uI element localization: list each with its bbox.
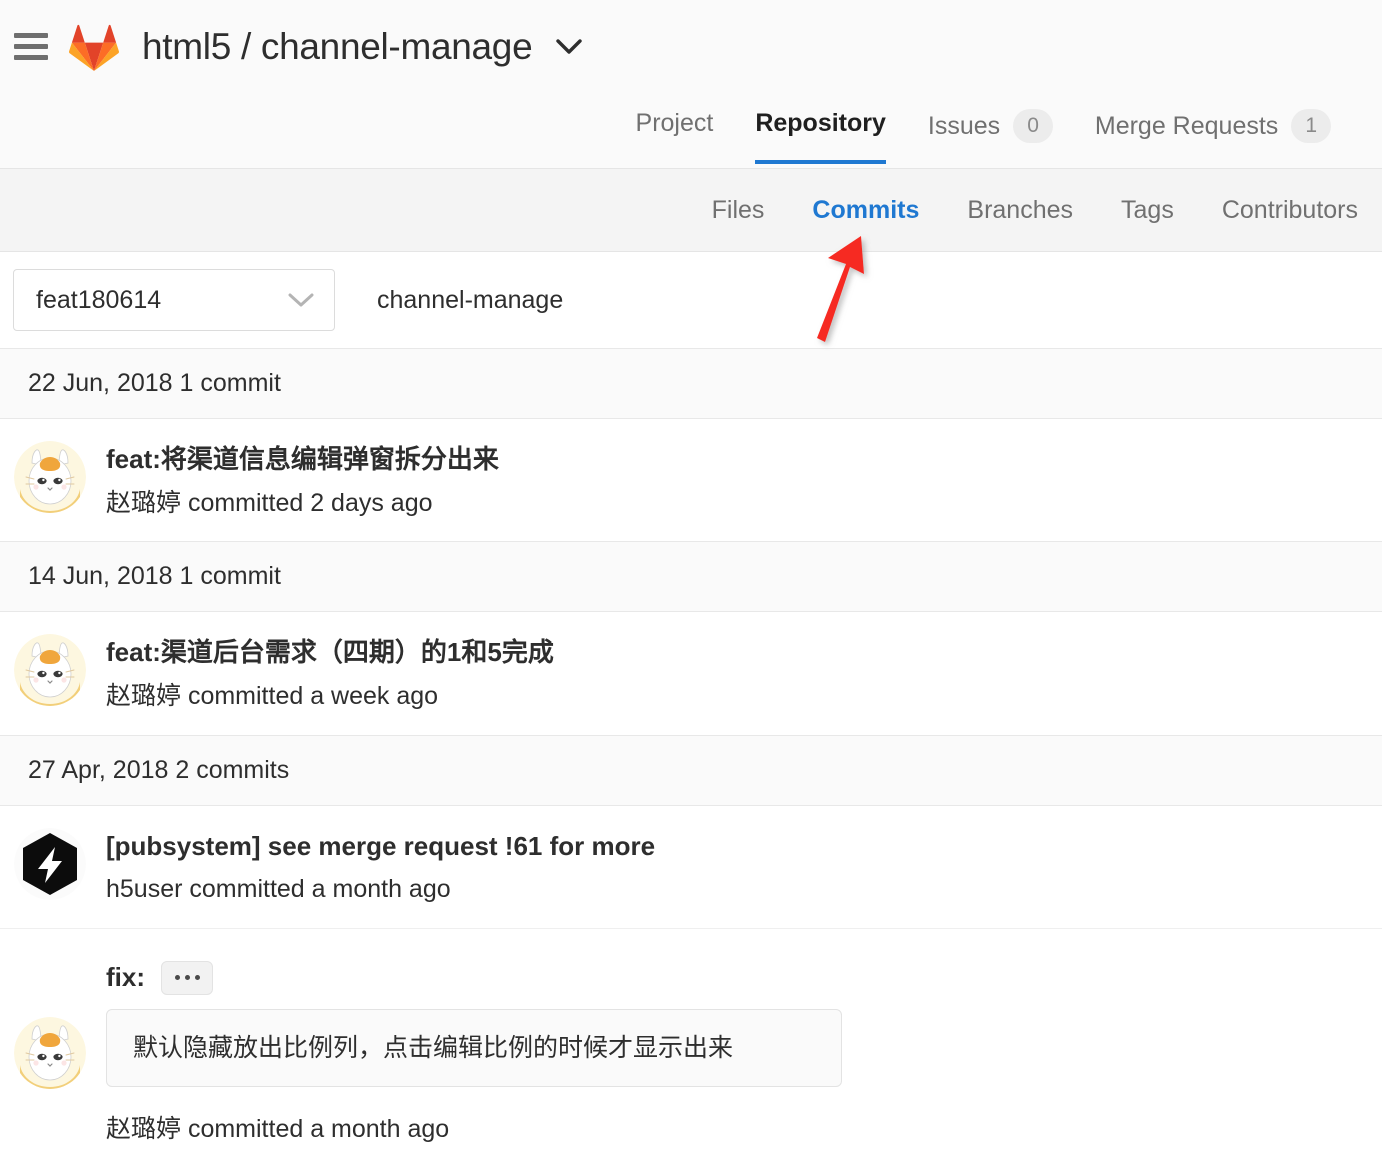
project-path-label: html5 / channel-manage xyxy=(142,25,533,67)
page-title[interactable]: html5 / channel-manage xyxy=(142,25,583,68)
tab-issues[interactable]: Issues 0 xyxy=(907,109,1074,169)
tab-repository-label: Repository xyxy=(755,109,886,137)
commit-title[interactable]: fix: xyxy=(106,960,842,995)
app-header: html5 / channel-manage xyxy=(0,0,1382,93)
chevron-down-icon xyxy=(288,293,314,307)
commit-description-box: 默认隐藏放出比例列，点击编辑比例的时候才显示出来 xyxy=(106,1008,842,1088)
issues-count-badge: 0 xyxy=(1013,109,1053,144)
expand-description-button[interactable] xyxy=(161,960,213,995)
commit-row[interactable]: feat:将渠道信息编辑弹窗拆分出来 赵璐婷 committed 2 days … xyxy=(0,419,1382,541)
repository-sub-navigation: Files Commits Branches Tags Contributors xyxy=(0,169,1382,252)
commit-title-text: [pubsystem] see merge request !61 for mo… xyxy=(106,830,656,861)
commit-title[interactable]: feat:将渠道信息编辑弹窗拆分出来 xyxy=(106,443,499,477)
commit-author-meta: h5user committed a month ago xyxy=(106,875,451,904)
branch-selector-row: feat180614 channel-manage xyxy=(0,252,1382,348)
tab-merge-requests[interactable]: Merge Requests 1 xyxy=(1074,109,1352,169)
subnav-item-files[interactable]: Files xyxy=(688,196,789,225)
hexagon-bolt-avatar xyxy=(14,827,86,900)
subnav-item-tags[interactable]: Tags xyxy=(1097,196,1198,225)
commit-title-text: fix: xyxy=(106,961,145,992)
commit-author-meta: 赵璐婷 committed a month ago xyxy=(106,1115,450,1144)
commit-title[interactable]: [pubsystem] see merge request !61 for mo… xyxy=(106,830,655,864)
commit-row[interactable]: feat:渠道后台需求（四期）的1和5完成 赵璐婷 committed a we… xyxy=(0,612,1382,734)
branch-dropdown[interactable]: feat180614 xyxy=(13,269,335,331)
commit-row[interactable]: [pubsystem] see merge request !61 for mo… xyxy=(0,806,1382,929)
gitlab-logo-icon[interactable] xyxy=(68,22,120,72)
commit-author-meta: 赵璐婷 committed 2 days ago xyxy=(106,488,433,517)
commit-row[interactable]: fix: 默认隐藏放出比例列，点击编辑比例的时候才显示出来 赵璐婷 commit… xyxy=(0,929,1382,1168)
chevron-down-icon[interactable] xyxy=(556,38,583,55)
tab-merge-requests-label: Merge Requests xyxy=(1094,111,1279,140)
commit-title-text: feat:将渠道信息编辑弹窗拆分出来 xyxy=(106,444,499,474)
subnav-item-branches[interactable]: Branches xyxy=(943,196,1097,225)
primary-navigation: Project Repository Issues 0 Merge Reques… xyxy=(0,93,1382,169)
tab-project-label: Project xyxy=(635,109,714,137)
subnav-item-commits[interactable]: Commits xyxy=(788,196,943,225)
branch-dropdown-value: feat180614 xyxy=(36,285,162,314)
commit-title-text: feat:渠道后台需求（四期）的1和5完成 xyxy=(106,637,554,668)
cat-avatar xyxy=(14,441,86,513)
cat-avatar xyxy=(14,634,86,707)
merge-requests-count-badge: 1 xyxy=(1291,109,1331,144)
commit-date-header: 14 Jun, 2018 1 commit xyxy=(0,541,1382,613)
tab-repository[interactable]: Repository xyxy=(734,109,907,164)
commit-date-header: 27 Apr, 2018 2 commits xyxy=(0,734,1382,806)
tab-issues-label: Issues xyxy=(927,111,1001,140)
commit-title[interactable]: feat:渠道后台需求（四期）的1和5完成 xyxy=(106,636,554,670)
repository-name-label: channel-manage xyxy=(377,285,564,314)
commit-date-header: 22 Jun, 2018 1 commit xyxy=(0,348,1382,419)
cat-avatar xyxy=(14,1016,86,1089)
commit-author-meta: 赵璐婷 committed a week ago xyxy=(106,682,439,711)
hamburger-menu-icon[interactable] xyxy=(14,32,48,62)
subnav-item-contributors[interactable]: Contributors xyxy=(1198,196,1382,225)
tab-project[interactable]: Project xyxy=(615,109,735,164)
